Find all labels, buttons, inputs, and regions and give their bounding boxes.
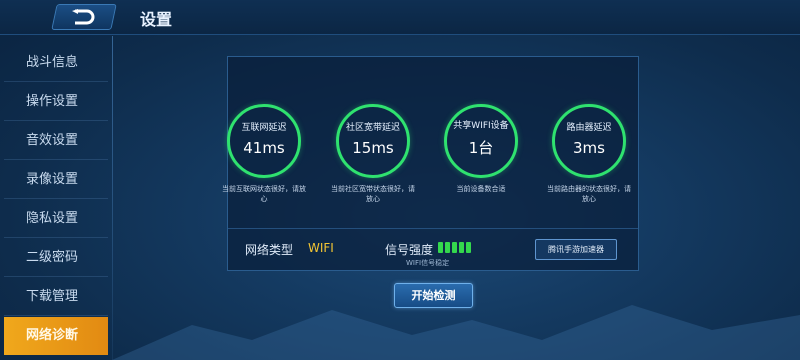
signal-bar — [452, 242, 457, 253]
sidebar-divider — [112, 36, 113, 360]
network-type-label: 网络类型 — [245, 243, 294, 257]
signal-status: WIFI信号稳定 — [406, 259, 450, 267]
sidebar-item-label: 下载管理 — [25, 289, 79, 304]
sidebar-item-label: 录像设置 — [25, 172, 79, 187]
game-accelerator-button[interactable]: 腾讯手游加速器 — [535, 239, 617, 260]
metric-internet-latency: 互联网延迟 41ms 当前互联网状态很好，请放心 — [216, 104, 312, 204]
metric-shared-wifi-devices: 共享WIFI设备 1台 当前设备数合适 — [433, 104, 529, 194]
signal-bar — [459, 242, 464, 253]
sidebar-item-label: 隐私设置 — [25, 211, 79, 226]
metric-description: 当前设备数合适 — [456, 185, 506, 193]
sidebar-item-downloads[interactable]: 下载管理 — [4, 278, 108, 316]
network-diagnosis-panel: 互联网延迟 41ms 当前互联网状态很好，请放心 社区宽带延迟 15ms 当前社… — [222, 56, 639, 271]
signal-strength-icon — [438, 242, 471, 253]
sidebar-item-label: 战斗信息 — [25, 55, 79, 70]
panel-divider — [228, 228, 638, 229]
metric-value: 1台 — [468, 139, 494, 157]
signal-strength-label: 信号强度 — [385, 243, 434, 257]
top-bar: 设置 — [0, 0, 800, 35]
status-ring: 共享WIFI设备 1台 — [444, 104, 518, 178]
status-ring: 互联网延迟 41ms — [227, 104, 301, 178]
sidebar-item-recording[interactable]: 录像设置 — [4, 161, 108, 199]
sidebar-item-network-diagnosis[interactable]: 网络诊断 — [4, 317, 108, 355]
metric-label: 共享WIFI设备 — [453, 121, 509, 131]
metric-label: 社区宽带延迟 — [345, 122, 400, 133]
sidebar-item-label: 网络诊断 — [25, 328, 79, 343]
sidebar-item-battle-info[interactable]: 战斗信息 — [4, 44, 108, 82]
sidebar-item-label: 操作设置 — [25, 94, 79, 109]
metric-router-latency: 路由器延迟 3ms 当前路由器的状态很好，请放心 — [541, 104, 637, 204]
sidebar-item-label: 二级密码 — [25, 250, 79, 265]
metric-value: 41ms — [243, 138, 285, 157]
sidebar-item-privacy[interactable]: 隐私设置 — [4, 200, 108, 238]
metric-community-broadband-latency: 社区宽带延迟 15ms 当前社区宽带状态很好，请放心 — [325, 104, 421, 204]
back-arrow-icon — [72, 9, 95, 25]
metric-description: 当前社区宽带状态很好，请放心 — [331, 185, 415, 203]
metric-description: 当前路由器的状态很好，请放心 — [547, 185, 631, 203]
network-type-value: WIFI — [308, 241, 334, 255]
signal-bar — [438, 242, 443, 253]
signal-bar — [445, 242, 450, 253]
sidebar: 战斗信息 操作设置 音效设置 录像设置 隐私设置 二级密码 下载管理 网络诊断 — [0, 44, 112, 360]
back-button[interactable] — [51, 4, 117, 30]
status-ring: 社区宽带延迟 15ms — [336, 104, 410, 178]
signal-bar — [466, 242, 471, 253]
start-detection-button[interactable]: 开始检测 — [394, 283, 473, 308]
page-title: 设置 — [140, 10, 173, 29]
metric-value: 3ms — [573, 138, 605, 157]
sidebar-item-audio[interactable]: 音效设置 — [4, 122, 108, 160]
metric-label: 路由器延迟 — [566, 122, 612, 133]
sidebar-item-label: 音效设置 — [25, 133, 79, 148]
metric-description: 当前互联网状态很好，请放心 — [222, 185, 306, 203]
sidebar-item-secondary-password[interactable]: 二级密码 — [4, 239, 108, 277]
sidebar-item-controls[interactable]: 操作设置 — [4, 83, 108, 121]
metric-value: 15ms — [352, 138, 394, 157]
status-ring: 路由器延迟 3ms — [552, 104, 626, 178]
metric-label: 互联网延迟 — [241, 122, 287, 133]
